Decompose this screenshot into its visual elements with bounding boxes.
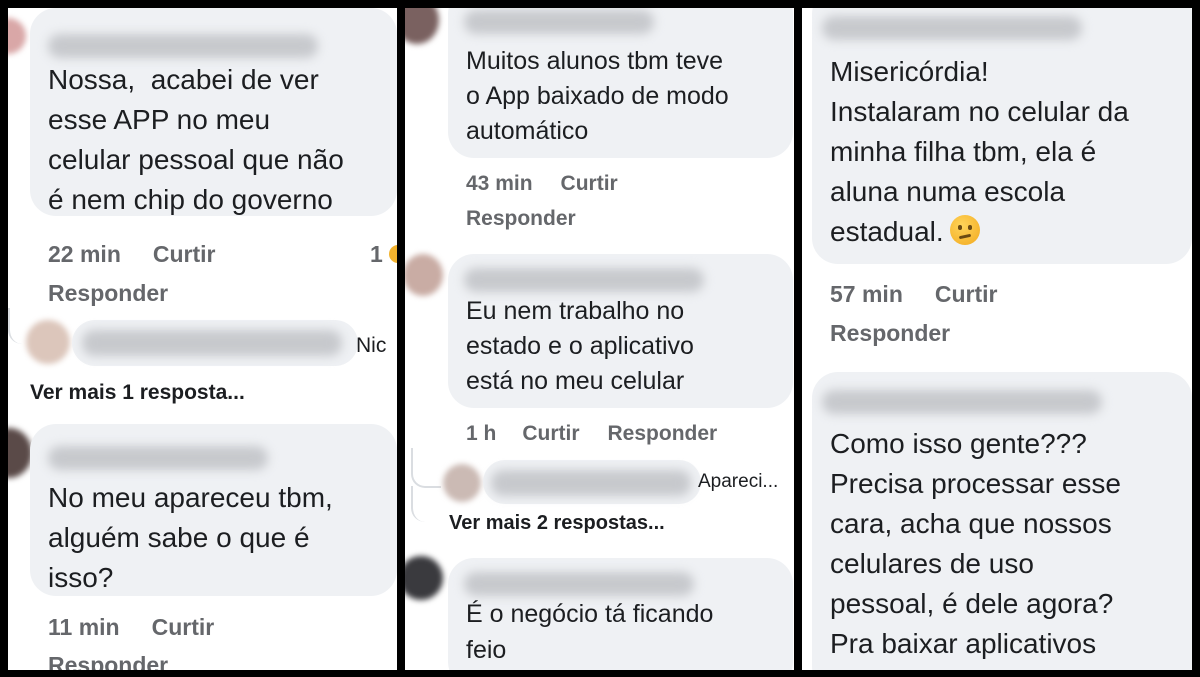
comment-text: Nossa, acabei de ver esse APP no meu celul… [48,64,344,215]
thread-line [8,308,28,344]
comment-text: Eu nem trabalho no estado e o aplicativo e… [466,297,694,395]
reply-button[interactable]: Responder [466,207,576,231]
timestamp: 43 min [466,172,533,195]
comment-bubble: Misericórdia! Instalaram no celular da min… [812,8,1192,264]
comment-text: Misericórdia! Instalaram no celular da min… [830,56,1129,247]
blurred-author-name[interactable] [464,572,694,596]
comment-bubble: Nossa, acabei de ver esse APP no meu celul… [30,8,397,216]
see-more-replies-link[interactable]: Ver mais 2 respostas... [449,512,665,535]
reply-preview-text[interactable]: Nic [356,334,386,358]
comment-bubble: Eu nem trabalho no estado e o aplicativo e… [448,254,793,408]
reply-avatar[interactable] [443,464,481,502]
comment-actions: 57 min Curtir [830,281,998,308]
like-button[interactable]: Curtir [522,422,579,445]
reply-button[interactable]: Responder [48,280,168,307]
timestamp: 57 min [830,281,903,307]
reply-button[interactable]: Responder [830,320,950,347]
reply-preview-bubble[interactable] [72,320,358,366]
like-button[interactable]: Curtir [152,614,215,640]
blurred-author-name [491,470,691,496]
avatar[interactable] [405,556,443,600]
comment-text: No meu apareceu tbm, alguém sabe o que éi… [48,482,333,593]
reply-preview-bubble[interactable] [483,460,701,504]
comment-bubble: É o negócio tá ficando feio [448,558,793,670]
avatar[interactable] [405,254,443,296]
see-more-replies-link[interactable]: Ver mais 1 resposta... [30,381,245,405]
blurred-author-name[interactable] [48,34,318,58]
reaction-icon [389,245,397,263]
comment-actions: 1 h Curtir Responder [466,422,717,446]
comment-panel-3: Misericórdia! Instalaram no celular da min… [802,8,1192,670]
thread-line [411,448,441,488]
comment-actions: 43 min Curtir [466,172,618,196]
thread-line [411,486,441,522]
blurred-author-name[interactable] [464,268,704,292]
blurred-author-name[interactable] [464,10,654,34]
reply-button[interactable]: Responder [608,422,718,445]
avatar[interactable] [405,8,439,44]
like-button[interactable]: Curtir [935,281,998,307]
avatar[interactable] [8,428,32,478]
like-button[interactable]: Curtir [561,172,618,195]
comment-bubble: Como isso gente??? Precisa processar esse… [812,372,1192,670]
blurred-author-name[interactable] [822,16,1082,40]
avatar[interactable] [8,18,26,54]
reply-preview-text[interactable]: Apareci... [698,471,778,493]
blurred-author-name [82,330,342,356]
blurred-author-name[interactable] [822,390,1102,414]
comment-text: Como isso gente??? Precisa processar esse… [830,428,1122,659]
comment-panel-1: Nossa, acabei de ver esse APP no meu celul… [8,8,397,670]
reply-avatar[interactable] [26,320,70,364]
comment-actions: 22 min Curtir [48,241,216,268]
comment-bubble: Muitos alunos tbm teve o App baixado de m… [448,8,793,158]
thinking-face-icon [949,215,980,245]
comment-text: Muitos alunos tbm teve o App baixado de m… [466,47,729,145]
timestamp: 1 h [466,422,497,445]
comment-actions: 11 min Curtir [48,614,214,641]
timestamp: 22 min [48,241,121,267]
like-button[interactable]: Curtir [153,241,216,267]
blurred-author-name[interactable] [48,446,268,470]
timestamp: 11 min [48,614,120,640]
reply-button[interactable]: Responder [48,652,168,670]
comment-text: É o negócio tá ficando feio [466,600,714,664]
comment-panel-2: Muitos alunos tbm teve o App baixado de m… [405,8,794,670]
comment-bubble: No meu apareceu tbm, alguém sabe o que éi… [30,424,397,596]
reaction-count[interactable]: 1 [370,241,383,268]
